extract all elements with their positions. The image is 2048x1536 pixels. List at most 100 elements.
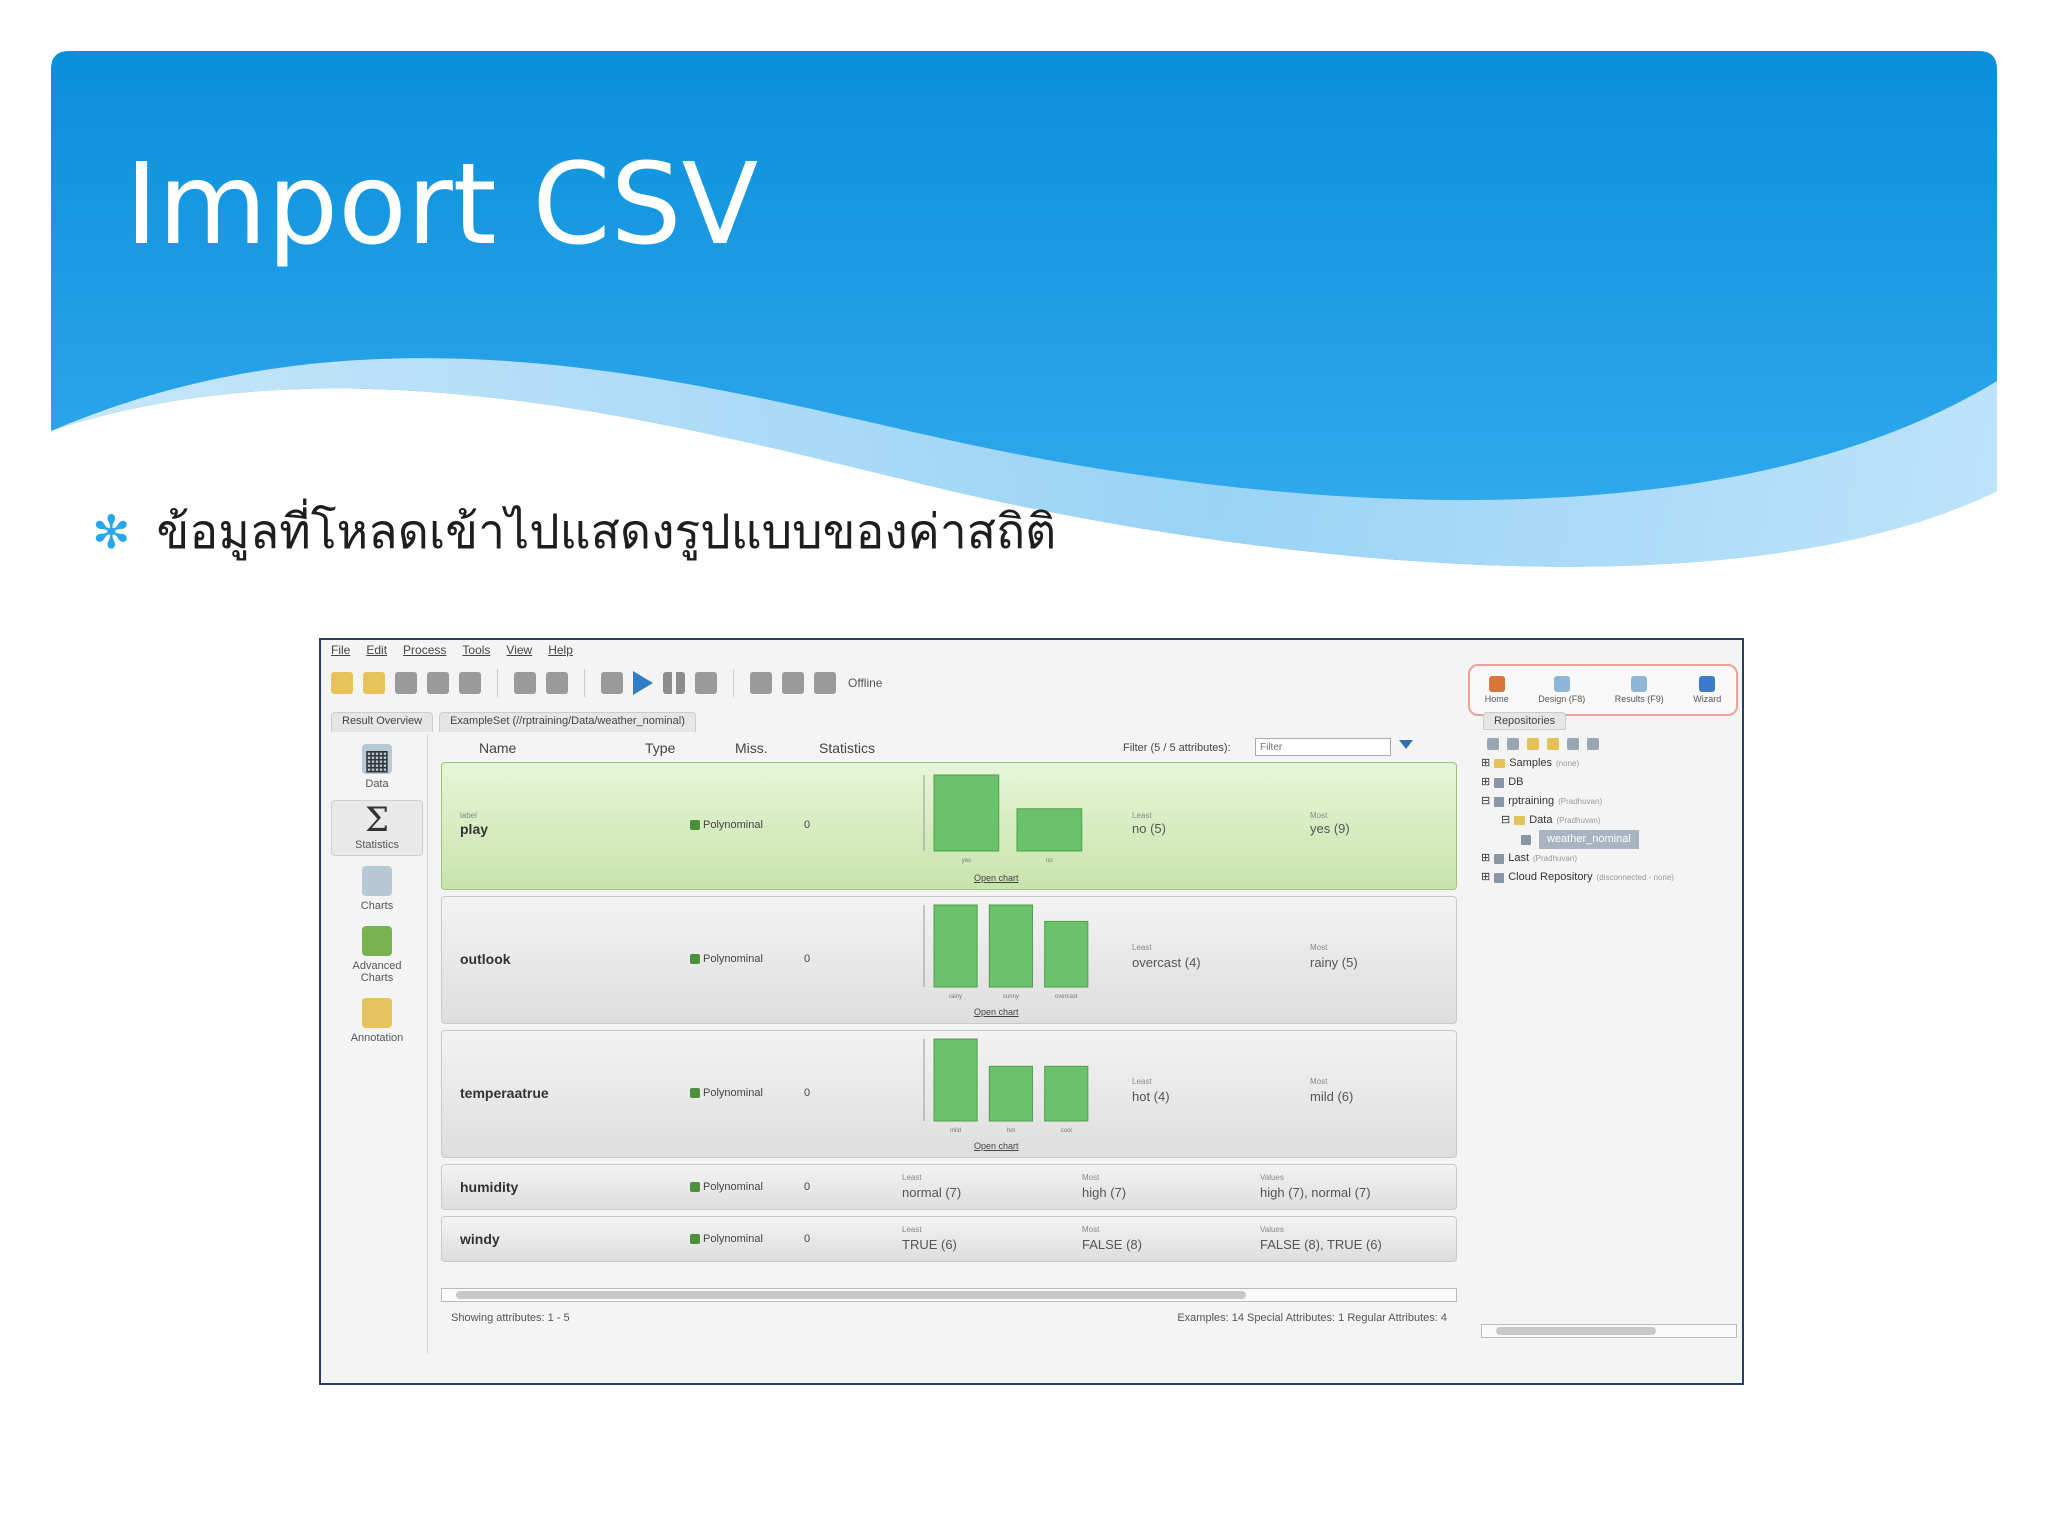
tree-item-last[interactable]: ⊞ Last (Pradhuvan) — [1481, 849, 1737, 868]
import-icon[interactable] — [1507, 738, 1519, 750]
repository-scrollbar[interactable] — [1481, 1324, 1737, 1338]
histogram-bar — [1044, 1065, 1089, 1122]
attribute-row-humidity[interactable]: humidity Polynominal 0 Least normal (7) … — [441, 1164, 1457, 1210]
refresh-icon[interactable] — [1567, 738, 1579, 750]
sidebar-item-annotation[interactable]: Annotation — [332, 994, 422, 1048]
least-heading: Least — [902, 1225, 922, 1234]
perspective-design[interactable]: Design (F8) — [1538, 676, 1585, 704]
open-chart-link[interactable]: Open chart — [974, 1007, 1019, 1017]
asterisk-bullet-icon: ✻ — [92, 505, 131, 559]
menu-tools[interactable]: Tools — [462, 643, 490, 657]
filter-input[interactable] — [1255, 738, 1391, 756]
sidebar-item-advanced-charts[interactable]: Advanced Charts — [332, 922, 422, 988]
logging-icon[interactable] — [750, 672, 772, 694]
toolbar-divider — [733, 669, 734, 697]
bar-label: no — [1046, 858, 1053, 864]
attribute-row-windy[interactable]: windy Polynominal 0 Least TRUE (6) Most … — [441, 1216, 1457, 1262]
least-heading: Least — [1132, 1077, 1152, 1086]
filter-dropdown-icon[interactable] — [1399, 740, 1413, 749]
menu-process[interactable]: Process — [403, 643, 446, 657]
attribute-missing: 0 — [804, 1233, 811, 1245]
new-folder-icon[interactable] — [1527, 738, 1539, 750]
attribute-type: Polynominal — [690, 1233, 763, 1245]
tab-example-set[interactable]: ExampleSet (//rptraining/Data/weather_no… — [439, 712, 696, 732]
validate-icon[interactable] — [601, 672, 623, 694]
open-folder-icon[interactable] — [1547, 738, 1559, 750]
database-icon — [1494, 777, 1505, 788]
table-icon: ▦ — [362, 743, 392, 775]
bar-label: overcast — [1055, 994, 1078, 1000]
sidebar-item-charts[interactable]: Charts — [332, 862, 422, 916]
offline-label[interactable]: Offline — [848, 676, 882, 690]
perspective-wizard[interactable]: Wizard — [1693, 676, 1721, 704]
menu-help[interactable]: Help — [548, 643, 573, 657]
new-process-icon[interactable] — [331, 672, 353, 694]
annotation-icon — [362, 998, 392, 1028]
home-icon — [1488, 676, 1505, 692]
scrollbar-thumb[interactable] — [1496, 1327, 1656, 1335]
link-icon[interactable] — [1587, 738, 1599, 750]
perspective-home[interactable]: Home — [1485, 676, 1509, 704]
status-counts: Examples: 14 Special Attributes: 1 Regul… — [1177, 1312, 1447, 1324]
open-chart-link[interactable]: Open chart — [974, 1141, 1019, 1151]
bar-label: hot — [1007, 1128, 1016, 1134]
menu-file[interactable]: File — [331, 643, 350, 657]
tree-item-rptraining[interactable]: ⊟ rptraining (Pradhuvan) — [1481, 792, 1737, 811]
least-value: normal (7) — [902, 1185, 962, 1200]
column-name[interactable]: Name — [479, 740, 516, 756]
column-missing[interactable]: Miss. — [735, 740, 768, 756]
attribute-missing: 0 — [804, 819, 811, 831]
attribute-missing: 0 — [804, 953, 811, 965]
tree-item-weather-nominal[interactable]: weather_nominal — [1481, 830, 1737, 849]
bullet-item: ✻ ข้อมูลที่โหลดเข้าไปแสดงรูปแบบของค่าสถิ… — [92, 494, 1056, 570]
tab-repositories[interactable]: Repositories — [1483, 712, 1567, 730]
menu-edit[interactable]: Edit — [366, 643, 387, 657]
stop-icon[interactable] — [695, 672, 717, 694]
save-icon[interactable] — [395, 672, 417, 694]
menu-view[interactable]: View — [506, 643, 532, 657]
folder-icon — [1494, 759, 1506, 768]
bar-label: mild — [950, 1128, 961, 1134]
sidebar-item-statistics[interactable]: Σ Statistics — [331, 800, 423, 856]
undo-icon[interactable] — [514, 672, 536, 694]
cloud-execution-icon[interactable] — [782, 672, 804, 694]
filter-label: Filter (5 / 5 attributes): — [1123, 742, 1231, 754]
tree-item-data-folder[interactable]: ⊟ Data (Pradhuvan) — [1481, 811, 1737, 830]
scrollbar-thumb[interactable] — [456, 1291, 1246, 1299]
save-as-icon[interactable] — [427, 672, 449, 694]
histogram-bar — [933, 1038, 978, 1122]
dataset-icon — [1521, 834, 1531, 845]
perspective-results[interactable]: Results (F9) — [1615, 676, 1664, 704]
tree-item-cloud-repository[interactable]: ⊞ Cloud Repository (disconnected - none) — [1481, 868, 1737, 887]
redo-icon[interactable] — [546, 672, 568, 694]
print-icon[interactable] — [459, 672, 481, 694]
column-header: Name Type Miss. Statistics Filter (5 / 5… — [433, 734, 1475, 760]
attribute-missing: 0 — [804, 1087, 811, 1099]
pause-icon[interactable] — [663, 672, 685, 694]
histogram-bar — [1016, 808, 1083, 852]
bar-label: yes — [962, 858, 971, 864]
open-folder-icon[interactable] — [363, 672, 385, 694]
attribute-type: Polynominal — [690, 953, 763, 965]
tree-item-samples[interactable]: ⊞ Samples (none) — [1481, 754, 1737, 773]
result-tabs: Result Overview ExampleSet (//rptraining… — [331, 712, 696, 732]
tree-item-db[interactable]: ⊞ DB — [1481, 773, 1737, 792]
attribute-row-play[interactable]: label play Polynominal 0 yes no Open char… — [441, 762, 1457, 890]
column-statistics[interactable]: Statistics — [819, 740, 875, 756]
open-chart-link[interactable]: Open chart — [974, 873, 1019, 883]
toolbar-divider — [584, 669, 585, 697]
sidebar-item-data[interactable]: ▦ Data — [332, 740, 422, 794]
offline-status-icon[interactable] — [814, 672, 836, 694]
add-repository-icon[interactable] — [1487, 738, 1499, 750]
attribute-row-temperature[interactable]: temperaatrue Polynominal 0 mild hot cool O… — [441, 1030, 1457, 1158]
column-type[interactable]: Type — [645, 740, 675, 756]
bullet-text: ข้อมูลที่โหลดเข้าไปแสดงรูปแบบของค่าสถิติ — [156, 504, 1057, 560]
horizontal-scrollbar[interactable] — [441, 1288, 1457, 1302]
repository-icon — [1494, 796, 1505, 807]
attribute-row-outlook[interactable]: outlook Polynominal 0 rainy sunny overcast… — [441, 896, 1457, 1024]
run-icon[interactable] — [633, 671, 653, 695]
attribute-type: Polynominal — [690, 1181, 763, 1193]
histogram-bar — [933, 774, 1000, 852]
tab-result-overview[interactable]: Result Overview — [331, 712, 434, 732]
least-value: hot (4) — [1132, 1089, 1170, 1104]
